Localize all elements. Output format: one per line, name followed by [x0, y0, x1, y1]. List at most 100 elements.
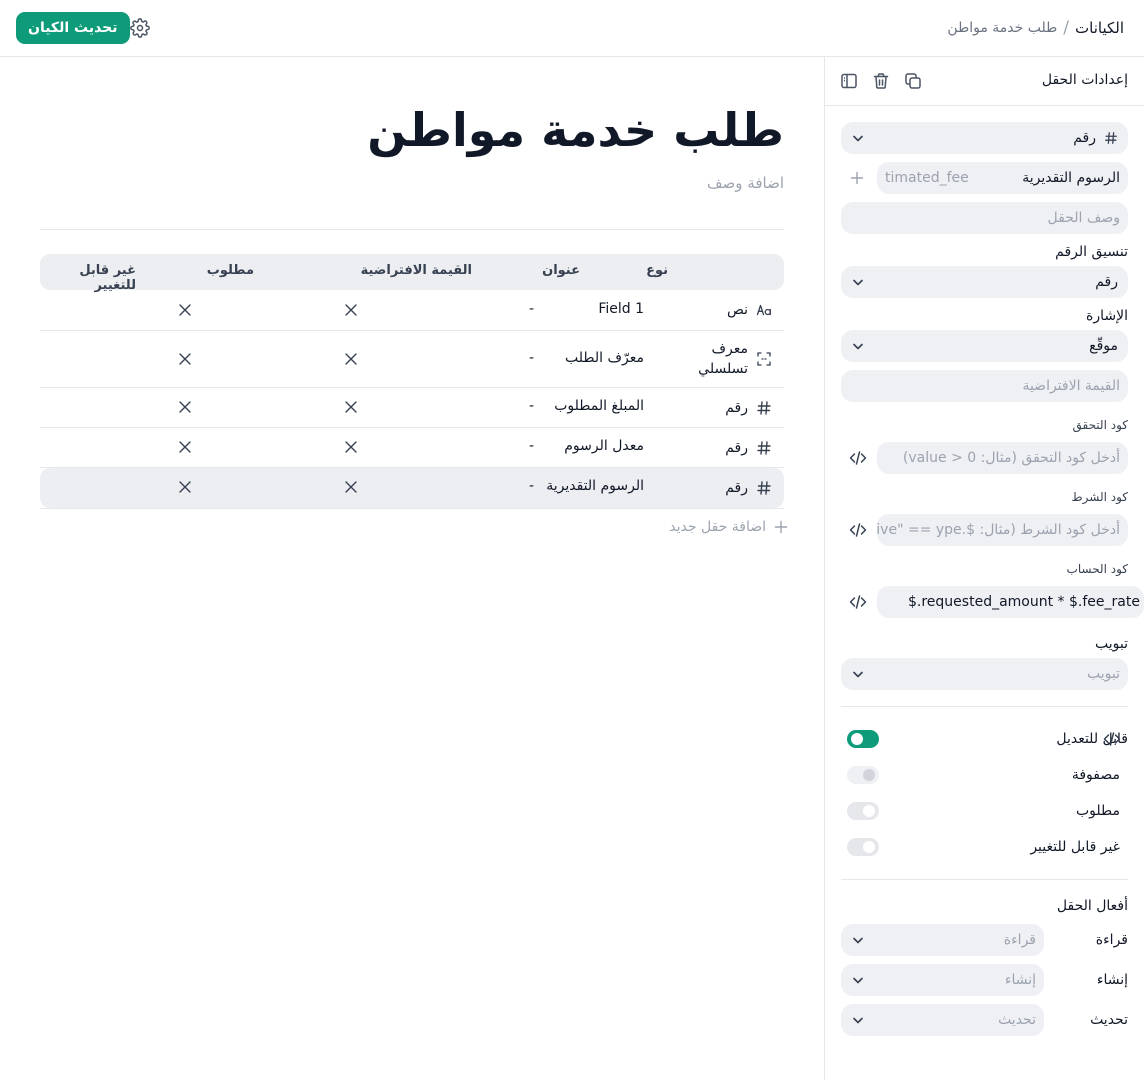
field-description-placeholder: وصف الحقل — [1047, 210, 1120, 226]
field-label-value: الرسوم التقديرية — [1022, 170, 1120, 186]
serial-id-icon — [756, 351, 772, 367]
array-toggle[interactable] — [847, 766, 879, 784]
field-type-label: رقم — [725, 400, 748, 416]
trash-icon[interactable] — [872, 72, 890, 90]
field-label-input[interactable]: الرسوم التقديرية timated_fee — [877, 162, 1128, 194]
validation-code-label: كود التحقق — [1072, 418, 1128, 432]
fields-table-header: نوع عنوان القيمة الافتراضية مطلوب غير قا… — [40, 254, 784, 293]
field-type-label: نص — [726, 302, 748, 318]
field-key-value[interactable]: timated_fee — [885, 170, 969, 186]
default-value-input[interactable]: القيمة الافتراضية — [841, 370, 1128, 402]
table-row[interactable]: رقم معدل الرسوم - — [40, 428, 784, 468]
not-immutable-x-icon — [178, 400, 192, 414]
hash-icon — [756, 400, 772, 416]
field-description-input[interactable]: وصف الحقل — [841, 202, 1128, 234]
main-content: طلب خدمة مواطن اضافة وصف نوع عنوان القيم… — [0, 57, 824, 1080]
not-immutable-x-icon — [178, 303, 192, 317]
code-icon[interactable] — [849, 449, 867, 467]
action-read-select[interactable]: قراءة — [841, 924, 1044, 956]
hash-icon — [1104, 130, 1118, 146]
required-toggle-label: مطلوب — [1075, 803, 1120, 819]
code-icon[interactable] — [849, 521, 867, 539]
table-row[interactable]: نص Field 1 - — [40, 290, 784, 331]
action-read-label: قراءة — [1095, 932, 1128, 948]
breadcrumb-root-link[interactable]: الكيانات — [1075, 19, 1124, 37]
compute-code-value: $.requested_amount * $.fee_rate — [908, 594, 1140, 610]
number-format-label: تنسيق الرقم — [1055, 244, 1128, 260]
chevron-down-icon — [851, 933, 865, 947]
gear-icon[interactable] — [130, 18, 150, 38]
collapse-panel-icon[interactable] — [840, 72, 858, 90]
not-immutable-x-icon — [178, 352, 192, 366]
field-actions-label: أفعال الحقل — [1056, 898, 1128, 914]
toggle-knob — [863, 769, 875, 781]
action-read-placeholder: قراءة — [1003, 932, 1036, 948]
column-header-title: عنوان — [542, 263, 580, 278]
sign-select[interactable]: موقّع — [841, 330, 1128, 362]
chevron-down-icon — [851, 339, 865, 353]
table-bottom-divider — [40, 508, 784, 509]
column-header-default: القيمة الافتراضية — [360, 263, 472, 278]
condition-code-placeholder: أدخل كود الشرط (مثال: $.active" == ype/ — [877, 522, 1120, 538]
table-row[interactable]: معرف تسلسلي معرّف الطلب - — [40, 331, 784, 388]
action-update-label: تحديث — [1090, 1012, 1128, 1028]
action-update-placeholder: تحديث — [998, 1012, 1036, 1028]
array-toggle-label: مصفوفة — [1071, 767, 1120, 783]
code-icon[interactable] — [849, 593, 867, 611]
update-entity-button[interactable]: تحديث الكيان — [16, 12, 130, 44]
field-default: - — [528, 301, 534, 317]
table-row-selected[interactable]: رقم الرسوم التقديرية - — [40, 468, 784, 508]
chevron-down-icon — [851, 275, 865, 289]
action-create-label: إنشاء — [1096, 972, 1128, 988]
not-required-x-icon — [344, 400, 358, 414]
toggle-knob — [851, 733, 863, 745]
field-default: - — [528, 478, 534, 494]
plus-icon[interactable] — [850, 171, 864, 185]
number-format-select[interactable]: رقم — [841, 266, 1128, 298]
not-required-x-icon — [344, 352, 358, 366]
toggle-knob — [863, 805, 875, 817]
entity-title[interactable]: طلب خدمة مواطن — [367, 103, 784, 157]
toggle-knob — [863, 841, 875, 853]
field-title: معدل الرسوم — [564, 438, 644, 454]
not-immutable-x-icon — [178, 440, 192, 454]
immutable-toggle-label: غير قابل للتغيير — [1030, 839, 1120, 855]
code-icon[interactable] — [1103, 730, 1121, 748]
validation-code-placeholder: أدخل كود التحقق (مثال: value > 0) — [902, 450, 1120, 466]
action-update-select[interactable]: تحديث — [841, 1004, 1044, 1036]
not-required-x-icon — [344, 303, 358, 317]
sign-label: الإشارة — [1086, 308, 1128, 324]
editable-toggle[interactable] — [847, 730, 879, 748]
validation-code-input[interactable]: أدخل كود التحقق (مثال: value > 0) — [877, 442, 1128, 474]
copy-icon[interactable] — [904, 72, 922, 90]
panel-header: إعدادات الحقل — [825, 57, 1144, 106]
sign-value: موقّع — [1089, 338, 1118, 354]
breadcrumb: الكيانات / طلب خدمة مواطن — [947, 18, 1124, 38]
field-default: - — [528, 350, 534, 366]
tab-placeholder: تبويب — [1087, 666, 1120, 682]
table-row[interactable]: رقم المبلغ المطلوب - — [40, 388, 784, 428]
field-settings-panel: إعدادات الحقل رقم الرسوم التقديرية timat… — [824, 57, 1144, 1080]
field-type-label: معرف تسلسلي — [698, 341, 748, 377]
field-type-select[interactable]: رقم — [841, 122, 1128, 154]
add-description-input[interactable]: اضافة وصف — [707, 174, 784, 192]
action-create-placeholder: إنشاء — [1004, 972, 1036, 988]
divider — [841, 879, 1128, 880]
tab-select[interactable]: تبويب — [841, 658, 1128, 690]
chevron-down-icon — [851, 667, 865, 681]
field-default: - — [528, 398, 534, 414]
not-required-x-icon — [344, 440, 358, 454]
required-toggle[interactable] — [847, 802, 879, 820]
not-required-x-icon — [344, 480, 358, 494]
field-type-value: رقم — [1073, 130, 1096, 146]
number-format-value: رقم — [1095, 274, 1118, 290]
column-header-required: مطلوب — [206, 263, 254, 278]
field-title: الرسوم التقديرية — [546, 478, 644, 494]
add-field-button[interactable]: اضافة حقل جديد — [669, 519, 788, 535]
immutable-toggle[interactable] — [847, 838, 879, 856]
action-create-select[interactable]: إنشاء — [841, 964, 1044, 996]
divider — [841, 706, 1128, 707]
compute-code-input[interactable]: $.requested_amount * $.fee_rate — [877, 586, 1144, 618]
not-immutable-x-icon — [178, 480, 192, 494]
condition-code-input[interactable]: أدخل كود الشرط (مثال: $.active" == ype/ — [877, 514, 1128, 546]
